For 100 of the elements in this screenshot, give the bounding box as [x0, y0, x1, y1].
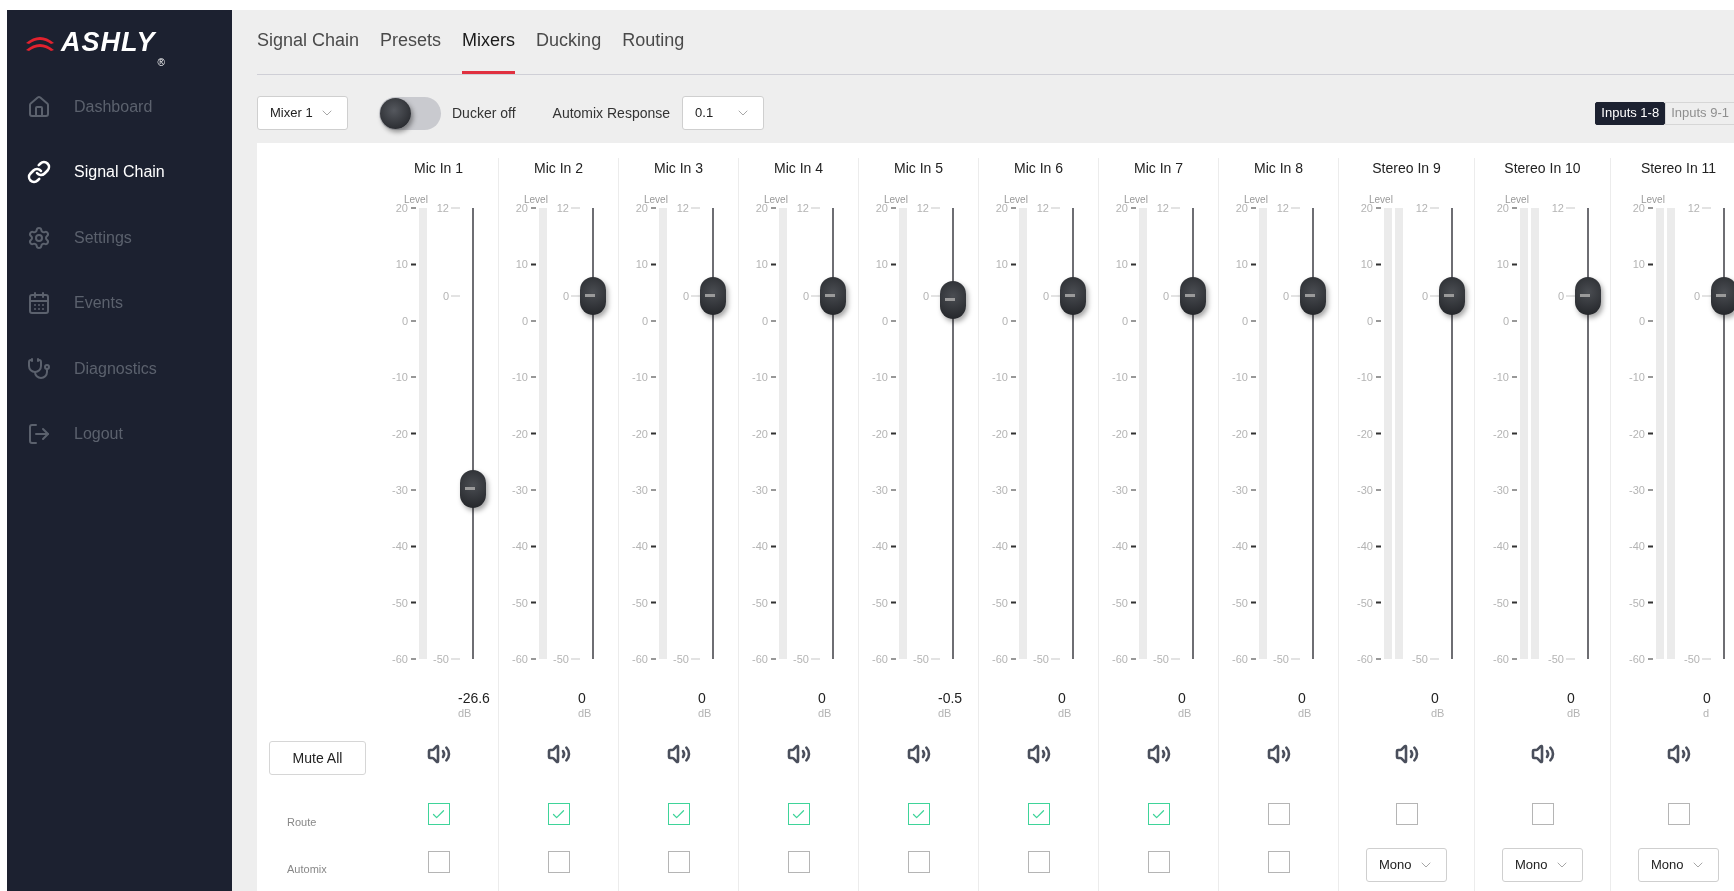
fader-thumb[interactable]	[1300, 276, 1326, 315]
scale-label: -30	[1493, 483, 1509, 497]
checkbox[interactable]	[1395, 803, 1418, 825]
speaker-icon[interactable]	[1394, 743, 1419, 765]
gain-value: 0	[818, 690, 826, 706]
scale-label: 10	[1115, 257, 1128, 271]
channel-name: Mic In 8	[1253, 159, 1304, 178]
scale-label: -30	[632, 483, 648, 497]
input-range-tab[interactable]: Inputs 1-8	[1595, 101, 1666, 125]
link-icon	[27, 160, 51, 185]
scale-label: -50	[992, 596, 1008, 610]
scale-label: -50	[1033, 652, 1049, 666]
scale-label: -50	[433, 652, 449, 666]
scale-label: -50	[632, 596, 648, 610]
gain-value: 0	[1567, 690, 1575, 706]
scale-label: -40	[1629, 539, 1645, 553]
checkbox[interactable]	[667, 803, 690, 825]
toggle-switch[interactable]	[379, 96, 441, 130]
scale-label: 0	[1502, 314, 1509, 328]
scale-label: -30	[512, 483, 528, 497]
checkbox[interactable]	[427, 803, 450, 825]
scale-label: 0	[562, 289, 569, 303]
tab[interactable]: Mixers	[462, 28, 516, 74]
tab[interactable]: Presets	[380, 28, 442, 74]
fader-thumb[interactable]	[1711, 276, 1734, 315]
channel-name: Mic In 6	[1013, 159, 1064, 178]
scale-label: -20	[392, 427, 408, 440]
scale-label: -50	[1548, 652, 1564, 666]
scale-label: -50	[673, 652, 689, 666]
speaker-icon[interactable]	[1266, 743, 1291, 765]
unit-label: dB	[938, 706, 952, 720]
scale-label: -10	[1232, 370, 1248, 384]
checkbox[interactable]	[1147, 803, 1170, 825]
mode-dropdown[interactable]: Mono	[1502, 848, 1583, 882]
scale-label: 10	[875, 257, 888, 271]
checkbox[interactable]	[1267, 851, 1290, 873]
automix-label: Automix	[286, 862, 328, 876]
scale-label: -30	[992, 483, 1008, 497]
checkbox[interactable]	[787, 803, 810, 825]
checkbox[interactable]	[1027, 851, 1050, 873]
fader-thumb[interactable]	[940, 280, 966, 319]
checkbox[interactable]	[1147, 851, 1170, 873]
fader-thumb[interactable]	[1060, 276, 1086, 315]
mixer-dropdown[interactable]: Mixer 1	[257, 96, 348, 130]
speaker-icon[interactable]	[786, 743, 811, 765]
sidebar-item[interactable]: Signal Chain	[7, 139, 232, 205]
mute-all-button[interactable]: Mute All	[269, 741, 366, 775]
settings-icon	[27, 225, 51, 250]
scale-label: -60	[992, 652, 1008, 666]
mode-dropdown[interactable]: Mono	[1638, 848, 1719, 882]
scale-label: -60	[872, 652, 888, 666]
gain-value: 0	[578, 690, 586, 706]
tab[interactable]: Signal Chain	[257, 28, 360, 74]
fader-thumb[interactable]	[1180, 276, 1206, 315]
scale-label: -50	[1112, 596, 1128, 610]
checkbox[interactable]	[1267, 803, 1290, 825]
scale-label: -10	[1629, 370, 1645, 384]
checkbox[interactable]	[547, 851, 570, 873]
scale-label: 0	[521, 314, 528, 328]
scale-label: -60	[1629, 652, 1645, 666]
speaker-icon[interactable]	[906, 743, 931, 765]
speaker-icon[interactable]	[1666, 743, 1691, 765]
checkbox[interactable]	[1667, 803, 1690, 825]
fader-thumb[interactable]	[700, 276, 726, 315]
checkbox[interactable]	[907, 803, 930, 825]
unit-label: dB	[818, 706, 832, 720]
scale-label: 0	[1282, 289, 1289, 303]
unit-label: dB	[1058, 706, 1072, 720]
checkbox[interactable]	[547, 803, 570, 825]
speaker-icon[interactable]	[1146, 743, 1171, 765]
speaker-icon[interactable]	[546, 743, 571, 765]
fader-thumb[interactable]	[460, 469, 486, 508]
speaker-icon[interactable]	[1026, 743, 1051, 765]
checkbox[interactable]	[787, 851, 810, 873]
gain-value: 0	[1178, 690, 1186, 706]
scale-label: 10	[635, 257, 648, 271]
scale-label: -50	[872, 596, 888, 610]
speaker-icon[interactable]	[1530, 743, 1555, 765]
scale-label: 0	[682, 289, 689, 303]
checkbox[interactable]	[427, 851, 450, 873]
speaker-icon[interactable]	[426, 743, 451, 765]
gain-value: 0	[698, 690, 706, 706]
checkbox[interactable]	[907, 851, 930, 873]
checkbox[interactable]	[1531, 803, 1554, 825]
tab[interactable]: Routing	[622, 28, 685, 74]
mode-dropdown[interactable]: Mono	[1366, 848, 1447, 882]
channel-name: Mic In 1	[413, 159, 464, 178]
gain-value: 0	[1298, 690, 1306, 706]
tab[interactable]: Ducking	[536, 28, 602, 74]
unit-label: dB	[1567, 706, 1581, 720]
scale-label: -40	[992, 539, 1008, 553]
checkbox[interactable]	[1027, 803, 1050, 825]
fader-thumb[interactable]	[1439, 276, 1465, 315]
fader-thumb[interactable]	[1575, 276, 1601, 315]
checkbox[interactable]	[667, 851, 690, 873]
speaker-icon[interactable]	[666, 743, 691, 765]
fader-thumb[interactable]	[580, 276, 606, 315]
scale-label: -50	[1357, 596, 1373, 610]
automix-response-dropdown[interactable]: 0.1	[682, 96, 765, 130]
fader-thumb[interactable]	[820, 276, 846, 315]
